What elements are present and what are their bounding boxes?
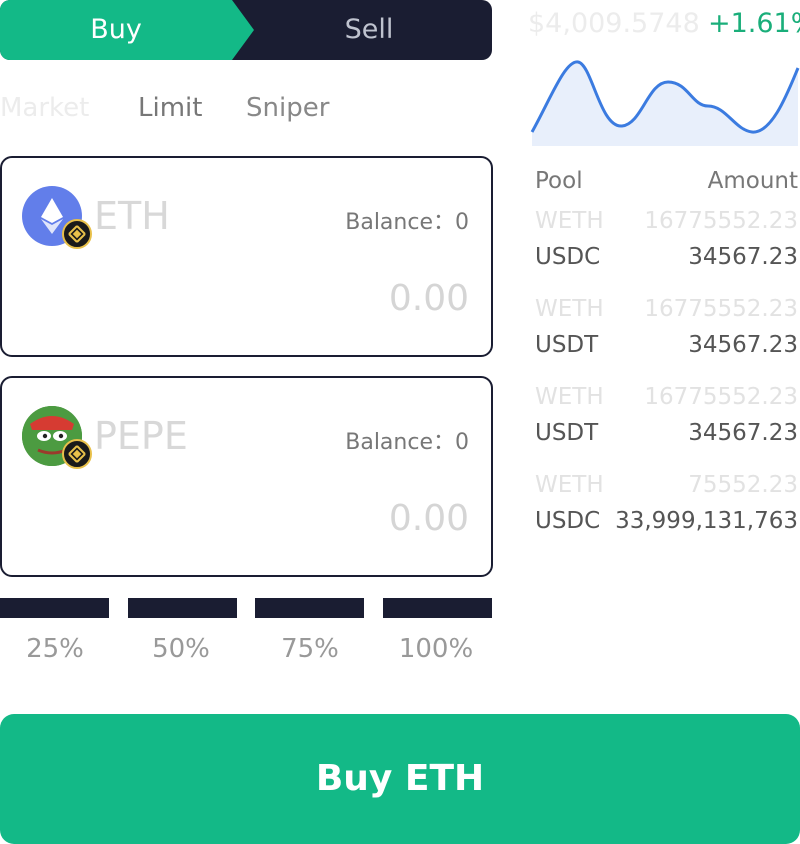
- token-price: $4,009.5748: [528, 8, 700, 39]
- pool-quote-symbol: USDC: [535, 508, 601, 534]
- pool-quote-symbol: USDT: [535, 332, 599, 358]
- bnb-chain-icon: [62, 219, 92, 249]
- pool-base-symbol: WETH: [535, 472, 604, 498]
- amount-header: Amount: [707, 168, 798, 194]
- bnb-chain-icon: [62, 439, 92, 469]
- receive-token-symbol[interactable]: PEPE: [94, 414, 188, 458]
- percent-50-bar[interactable]: [128, 598, 237, 618]
- pool-quote-amount: 34567.23: [688, 244, 798, 270]
- tab-limit[interactable]: Limit: [138, 88, 202, 128]
- pool-base-amount: 75552.23: [688, 472, 798, 498]
- pool-header: Pool: [535, 168, 583, 194]
- percent-100-button[interactable]: 100%: [381, 634, 491, 664]
- pool-quote-amount: 33,999,131,763: [615, 508, 798, 534]
- pool-base-amount: 16775552.23: [644, 384, 798, 410]
- price-sparkline: [530, 60, 800, 146]
- pay-amount-input[interactable]: 0.00: [389, 278, 469, 319]
- receive-amount-input[interactable]: 0.00: [389, 498, 469, 539]
- pool-base-symbol: WETH: [535, 296, 604, 322]
- pay-token-card[interactable]: ETH Balance：0 0.00: [0, 156, 493, 357]
- buy-eth-button[interactable]: Buy ETH: [0, 714, 800, 844]
- pool-quote-amount: 34567.23: [688, 420, 798, 446]
- tab-sniper[interactable]: Sniper: [246, 88, 329, 128]
- pay-token-balance: Balance：0: [345, 210, 469, 235]
- percent-75-button[interactable]: 75%: [255, 634, 365, 664]
- buy-tab[interactable]: Buy: [0, 0, 232, 60]
- tab-market[interactable]: Market: [0, 88, 89, 128]
- pay-token-symbol[interactable]: ETH: [94, 194, 170, 238]
- receive-token-balance: Balance：0: [345, 430, 469, 455]
- pool-base-amount: 16775552.23: [644, 296, 798, 322]
- percent-25-bar[interactable]: [0, 598, 109, 618]
- pool-base-symbol: WETH: [535, 384, 604, 410]
- buy-sell-toggle: Buy Sell: [0, 0, 492, 60]
- pool-quote-symbol: USDT: [535, 420, 599, 446]
- percent-75-bar[interactable]: [255, 598, 364, 618]
- pool-base-symbol: WETH: [535, 208, 604, 234]
- percent-50-button[interactable]: 50%: [126, 634, 236, 664]
- pool-base-amount: 16775552.23: [644, 208, 798, 234]
- receive-token-card[interactable]: PEPE Balance：0 0.00: [0, 376, 493, 577]
- sell-tab[interactable]: Sell: [246, 0, 492, 60]
- percent-100-bar[interactable]: [383, 598, 492, 618]
- pool-quote-amount: 34567.23: [688, 332, 798, 358]
- pool-quote-symbol: USDC: [535, 244, 601, 270]
- percent-25-button[interactable]: 25%: [0, 634, 110, 664]
- price-change: +1.61%: [708, 8, 800, 39]
